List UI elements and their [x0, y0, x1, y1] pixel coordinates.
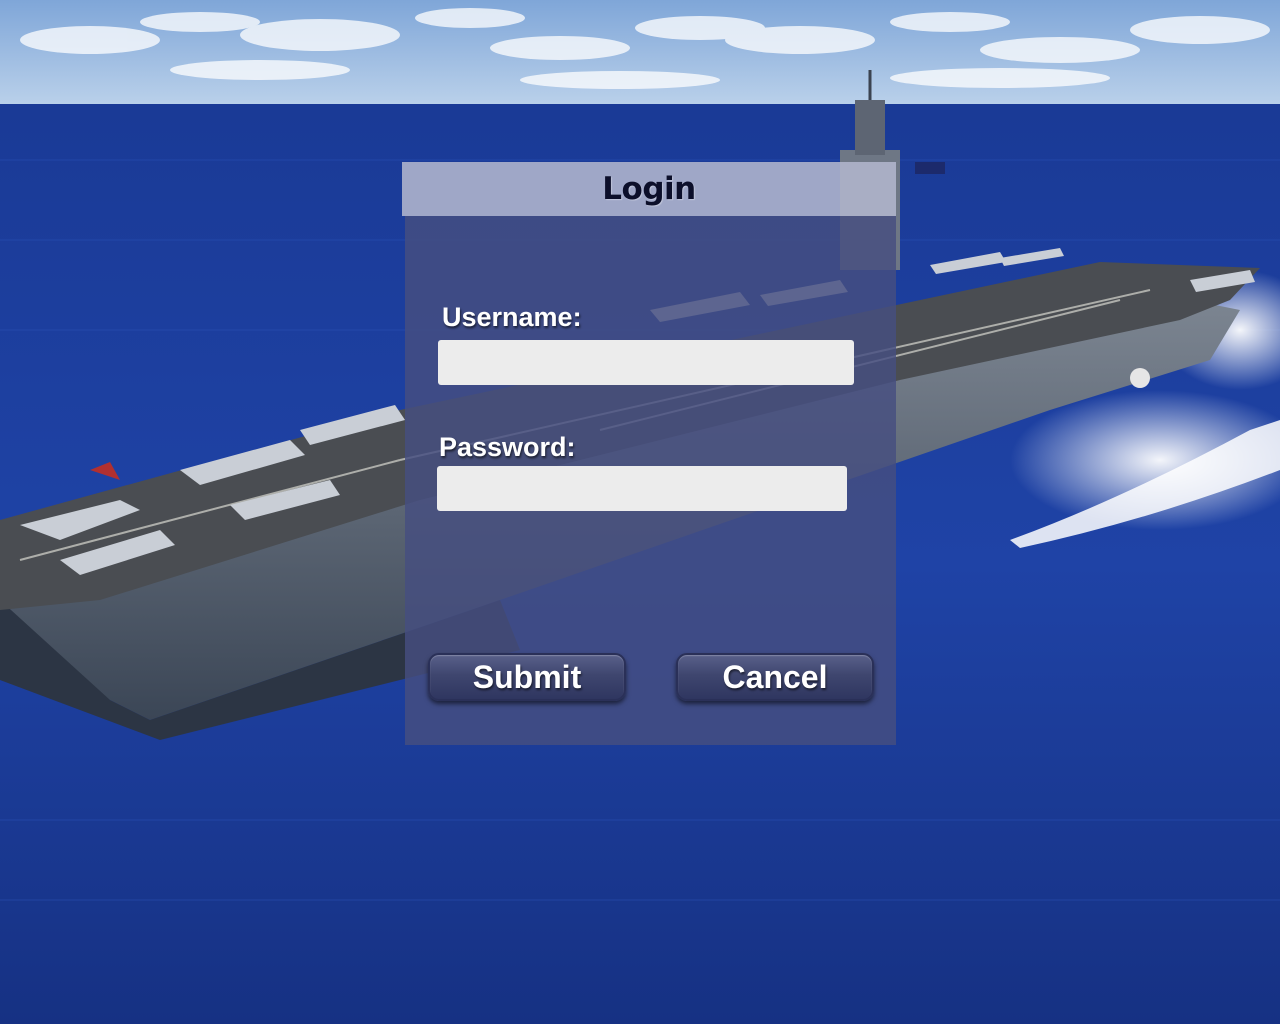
username-label: Username: — [442, 302, 582, 332]
dialog-body: Username: Password: Submit Cancel — [405, 216, 896, 745]
password-label: Password: — [439, 432, 576, 462]
login-screen: Login Username: Password: Submit Cancel — [0, 0, 1280, 1024]
submit-button[interactable]: Submit — [428, 653, 626, 701]
password-input[interactable] — [437, 466, 847, 511]
dialog-title: Login — [602, 171, 696, 207]
username-input[interactable] — [438, 340, 854, 385]
login-dialog: Login Username: Password: Submit Cancel — [402, 162, 896, 745]
cancel-button[interactable]: Cancel — [676, 653, 874, 701]
dialog-header: Login — [402, 162, 896, 216]
